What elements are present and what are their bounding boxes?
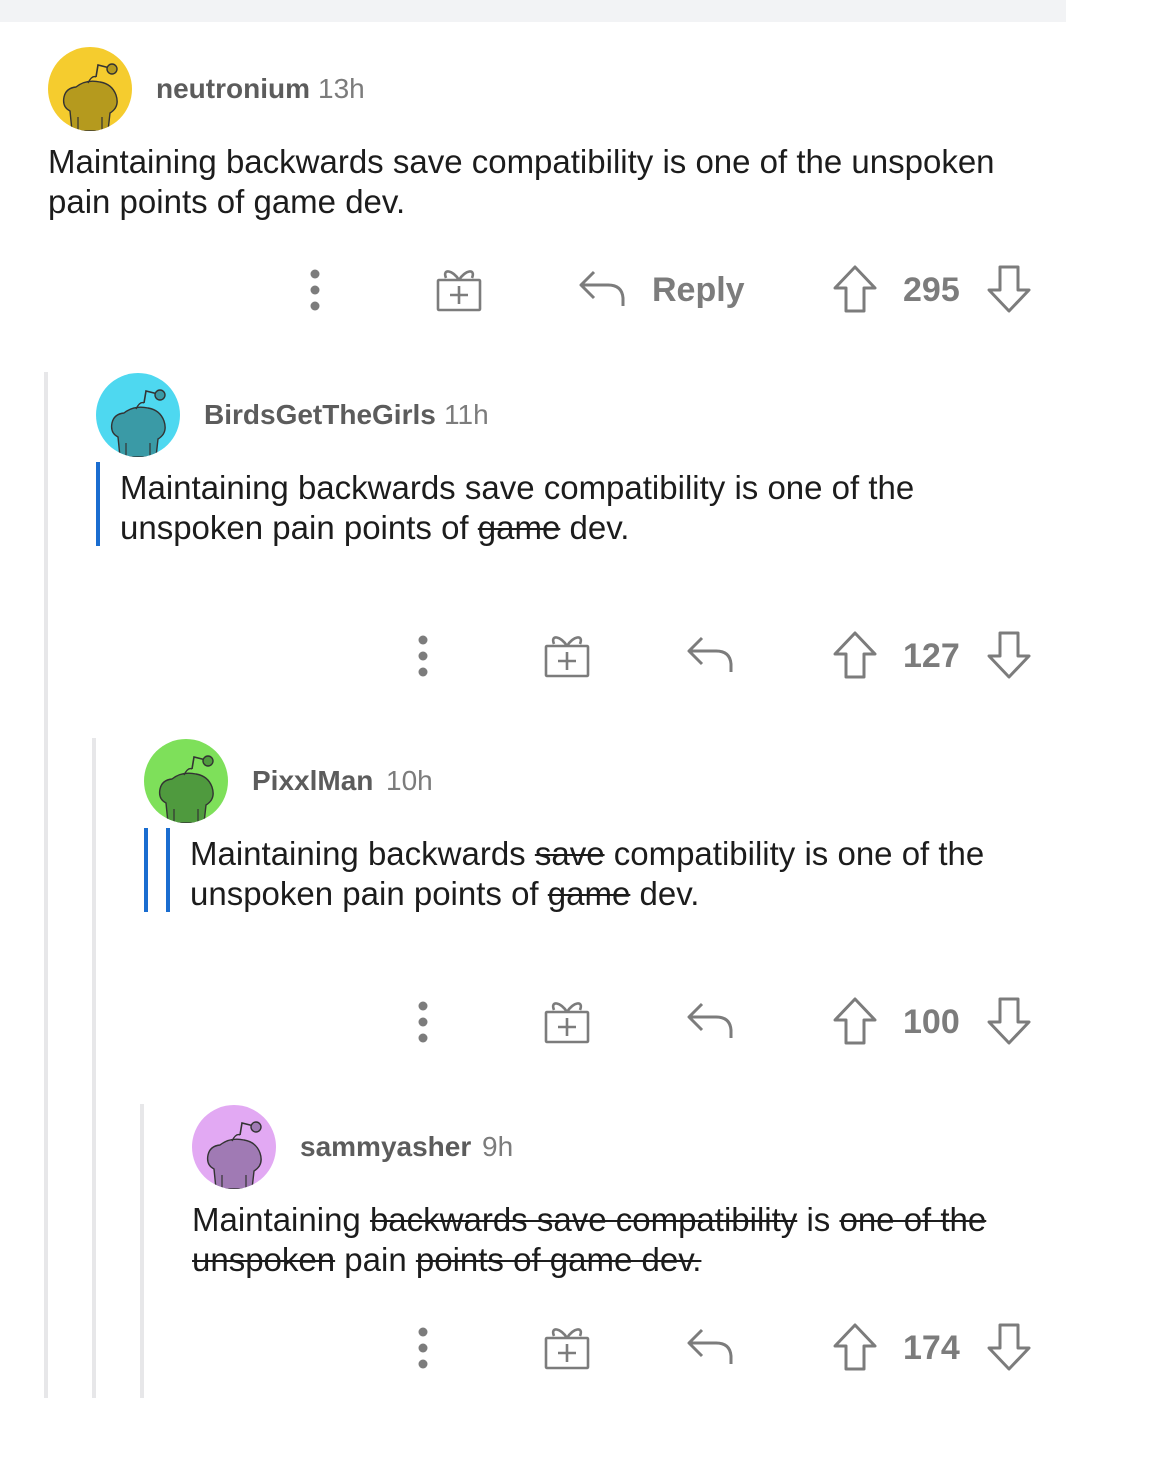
reply-arrow-icon[interactable]: [686, 634, 734, 676]
avatar[interactable]: [144, 739, 228, 823]
comment-body: Maintaining backwards save compatibility…: [190, 834, 1040, 914]
comment-time: 13h: [318, 73, 365, 104]
avatar[interactable]: [192, 1105, 276, 1189]
comment-time: 9h: [482, 1131, 514, 1162]
upvote-arrow-icon[interactable]: [832, 630, 878, 680]
upvote-arrow-icon[interactable]: [832, 996, 878, 1046]
quote-bar: [96, 462, 100, 546]
thread-line-2[interactable]: [92, 738, 96, 1398]
body-text: Maintaining backwards save compatibility…: [48, 143, 995, 220]
avatar[interactable]: [96, 373, 180, 457]
body-text: dev.: [560, 509, 630, 546]
reply-arrow-icon[interactable]: [686, 1000, 734, 1042]
thread-line-3[interactable]: [140, 1104, 144, 1398]
author-name[interactable]: neutronium: [156, 72, 310, 106]
author-name[interactable]: BirdsGetTheGirls: [204, 398, 436, 432]
top-bar: [0, 0, 1066, 22]
more-options-icon[interactable]: [408, 634, 438, 678]
reply-arrow-icon[interactable]: [578, 268, 626, 310]
struck-text: game: [547, 875, 631, 912]
more-options-icon[interactable]: [300, 268, 330, 312]
comment-body: Maintaining backwards save compatibility…: [120, 468, 1000, 548]
struck-text: save: [534, 835, 605, 872]
vote-count: 100: [903, 1003, 960, 1041]
upvote-arrow-icon[interactable]: [832, 1322, 878, 1372]
vote-count: 174: [903, 1329, 960, 1367]
thread-line-1[interactable]: [44, 372, 48, 1398]
more-options-icon[interactable]: [408, 1000, 438, 1044]
gift-award-icon[interactable]: [436, 266, 482, 312]
body-text: dev.: [630, 875, 700, 912]
avatar[interactable]: [48, 47, 132, 131]
gift-award-icon[interactable]: [544, 998, 590, 1044]
body-text: Maintaining: [192, 1201, 370, 1238]
struck-text: game: [477, 509, 561, 546]
body-text: pain: [335, 1241, 416, 1278]
downvote-arrow-icon[interactable]: [986, 264, 1032, 314]
vote-count: 295: [903, 271, 960, 309]
downvote-arrow-icon[interactable]: [986, 630, 1032, 680]
comment-time: 11h: [444, 399, 489, 430]
upvote-arrow-icon[interactable]: [832, 264, 878, 314]
struck-text: points of game dev.: [415, 1241, 702, 1278]
vote-count: 127: [903, 637, 960, 675]
comment-body: Maintaining backwards save compatibility…: [192, 1200, 1042, 1280]
comment-body: Maintaining backwards save compatibility…: [48, 142, 1048, 222]
gift-award-icon[interactable]: [544, 1324, 590, 1370]
quote-bar: [144, 828, 148, 912]
quote-bar-nested: [166, 828, 170, 912]
reply-button[interactable]: Reply: [652, 270, 745, 310]
struck-text: backwards save compatibility: [369, 1201, 798, 1238]
downvote-arrow-icon[interactable]: [986, 996, 1032, 1046]
gift-award-icon[interactable]: [544, 632, 590, 678]
author-name[interactable]: PixxlMan: [252, 764, 373, 798]
downvote-arrow-icon[interactable]: [986, 1322, 1032, 1372]
more-options-icon[interactable]: [408, 1326, 438, 1370]
comment-time: 10h: [386, 765, 433, 796]
body-text: Maintaining backwards: [190, 835, 535, 872]
body-text: is: [797, 1201, 840, 1238]
reply-arrow-icon[interactable]: [686, 1326, 734, 1368]
author-name[interactable]: sammyasher: [300, 1130, 471, 1164]
